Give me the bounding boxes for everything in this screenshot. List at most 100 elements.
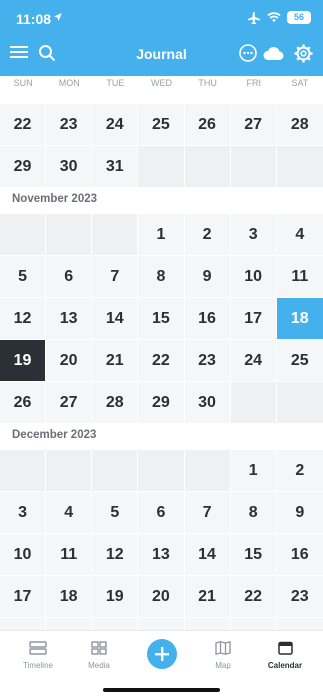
day-cell[interactable]: 23 bbox=[184, 340, 231, 381]
month-header: November 2023 bbox=[12, 193, 98, 205]
day-cell[interactable]: 22 bbox=[0, 104, 47, 145]
add-entry-button[interactable] bbox=[147, 639, 177, 669]
weekday-label: SUN bbox=[13, 78, 33, 88]
day-cell[interactable]: 17 bbox=[0, 576, 47, 617]
day-cell[interactable]: 9 bbox=[276, 492, 323, 533]
tab-media[interactable]: Media bbox=[67, 641, 131, 670]
day-cell[interactable]: 27 bbox=[230, 104, 277, 145]
empty-day-cell bbox=[92, 214, 139, 255]
location-arrow-icon bbox=[54, 13, 62, 21]
day-cell[interactable]: 2 bbox=[276, 450, 323, 491]
day-cell[interactable]: 26 bbox=[184, 104, 231, 145]
tab-timeline[interactable]: Timeline bbox=[6, 641, 70, 670]
day-cell[interactable]: 21 bbox=[92, 340, 139, 381]
calendar-grid: 22 23 24 25 26 27 28 29 30 31 November 2023 1 2 3 4 5 6 7… bbox=[0, 104, 323, 660]
day-cell[interactable]: 20 bbox=[46, 340, 93, 381]
empty-day-cell bbox=[276, 146, 323, 187]
day-cell[interactable]: 26 bbox=[0, 382, 47, 423]
day-cell[interactable]: 16 bbox=[276, 534, 323, 575]
day-cell[interactable]: 5 bbox=[92, 492, 139, 533]
day-cell[interactable]: 29 bbox=[0, 146, 47, 187]
day-cell[interactable]: 31 bbox=[92, 146, 139, 187]
day-cell[interactable]: 4 bbox=[46, 492, 93, 533]
day-cell[interactable]: 22 bbox=[138, 340, 185, 381]
day-cell[interactable]: 23 bbox=[276, 576, 323, 617]
day-cell[interactable]: 5 bbox=[0, 256, 47, 297]
day-cell[interactable]: 13 bbox=[138, 534, 185, 575]
day-cell[interactable]: 25 bbox=[276, 340, 323, 381]
day-cell[interactable]: 19 bbox=[0, 340, 47, 381]
day-cell[interactable]: 12 bbox=[0, 298, 47, 339]
map-icon bbox=[215, 640, 231, 656]
day-cell[interactable]: 2 bbox=[184, 214, 231, 255]
day-cell[interactable]: 8 bbox=[230, 492, 277, 533]
airplane-icon bbox=[248, 11, 260, 24]
week-row: 10 11 12 13 14 15 16 bbox=[0, 534, 323, 575]
day-cell[interactable]: 24 bbox=[92, 104, 139, 145]
tab-calendar[interactable]: Calendar bbox=[253, 641, 317, 670]
day-cell[interactable]: 29 bbox=[138, 382, 185, 423]
day-cell[interactable]: 13 bbox=[46, 298, 93, 339]
day-cell[interactable]: 6 bbox=[46, 256, 93, 297]
day-cell[interactable]: 28 bbox=[276, 104, 323, 145]
week-row: 12 13 14 15 16 17 18 bbox=[0, 298, 323, 339]
day-cell[interactable]: 1 bbox=[230, 450, 277, 491]
week-row: 12 bbox=[0, 450, 323, 491]
weekday-header: SUN MON TUE WED THU FRI SAT bbox=[0, 76, 323, 90]
day-cell[interactable]: 3 bbox=[0, 492, 47, 533]
day-cell[interactable]: 27 bbox=[46, 382, 93, 423]
calendar-icon bbox=[277, 641, 293, 655]
week-row: 1234 bbox=[0, 214, 323, 255]
day-cell[interactable]: 12 bbox=[92, 534, 139, 575]
week-row: 29 30 31 bbox=[0, 146, 323, 187]
more-options-icon[interactable] bbox=[239, 44, 257, 62]
day-cell[interactable]: 22 bbox=[230, 576, 277, 617]
day-cell[interactable]: 8 bbox=[138, 256, 185, 297]
day-cell[interactable]: 18 bbox=[46, 576, 93, 617]
day-cell[interactable]: 7 bbox=[184, 492, 231, 533]
day-cell[interactable]: 11 bbox=[46, 534, 93, 575]
empty-day-cell bbox=[184, 450, 231, 491]
week-row: 19 20 21 22 23 24 25 bbox=[0, 340, 323, 381]
empty-day-cell bbox=[230, 382, 277, 423]
app-header: 11:08 56 Journal bbox=[0, 0, 323, 76]
day-cell[interactable]: 23 bbox=[46, 104, 93, 145]
day-cell[interactable]: 15 bbox=[138, 298, 185, 339]
day-cell[interactable]: 25 bbox=[138, 104, 185, 145]
day-cell[interactable]: 6 bbox=[138, 492, 185, 533]
day-cell[interactable]: 21 bbox=[184, 576, 231, 617]
day-cell[interactable]: 17 bbox=[230, 298, 277, 339]
week-row: 5 6 7 8 9 10 11 bbox=[0, 256, 323, 297]
day-cell[interactable]: 11 bbox=[276, 256, 323, 297]
gear-icon[interactable] bbox=[294, 44, 313, 63]
day-cell[interactable]: 20 bbox=[138, 576, 185, 617]
day-cell[interactable]: 14 bbox=[184, 534, 231, 575]
tab-label: Timeline bbox=[23, 661, 53, 670]
tab-label: Map bbox=[215, 661, 231, 670]
day-cell[interactable]: 10 bbox=[0, 534, 47, 575]
day-cell[interactable]: 18 bbox=[276, 298, 323, 339]
day-cell[interactable]: 14 bbox=[92, 298, 139, 339]
tab-map[interactable]: Map bbox=[191, 640, 255, 670]
day-cell[interactable]: 3 bbox=[230, 214, 277, 255]
empty-day-cell bbox=[46, 450, 93, 491]
day-cell[interactable]: 1 bbox=[138, 214, 185, 255]
day-cell[interactable]: 9 bbox=[184, 256, 231, 297]
day-cell[interactable]: 7 bbox=[92, 256, 139, 297]
timeline-icon bbox=[29, 641, 47, 655]
day-cell[interactable]: 15 bbox=[230, 534, 277, 575]
day-cell[interactable]: 4 bbox=[276, 214, 323, 255]
media-grid-icon bbox=[91, 641, 107, 655]
day-cell[interactable]: 30 bbox=[46, 146, 93, 187]
cloud-sync-icon[interactable] bbox=[263, 46, 285, 61]
day-cell[interactable]: 24 bbox=[230, 340, 277, 381]
day-cell[interactable]: 30 bbox=[184, 382, 231, 423]
weekday-label: WED bbox=[150, 78, 172, 88]
day-cell[interactable]: 10 bbox=[230, 256, 277, 297]
day-cell[interactable]: 28 bbox=[92, 382, 139, 423]
empty-day-cell bbox=[230, 146, 277, 187]
day-cell[interactable]: 16 bbox=[184, 298, 231, 339]
weekday-label: TUE bbox=[106, 78, 125, 88]
day-cell[interactable]: 19 bbox=[92, 576, 139, 617]
empty-day-cell bbox=[276, 382, 323, 423]
